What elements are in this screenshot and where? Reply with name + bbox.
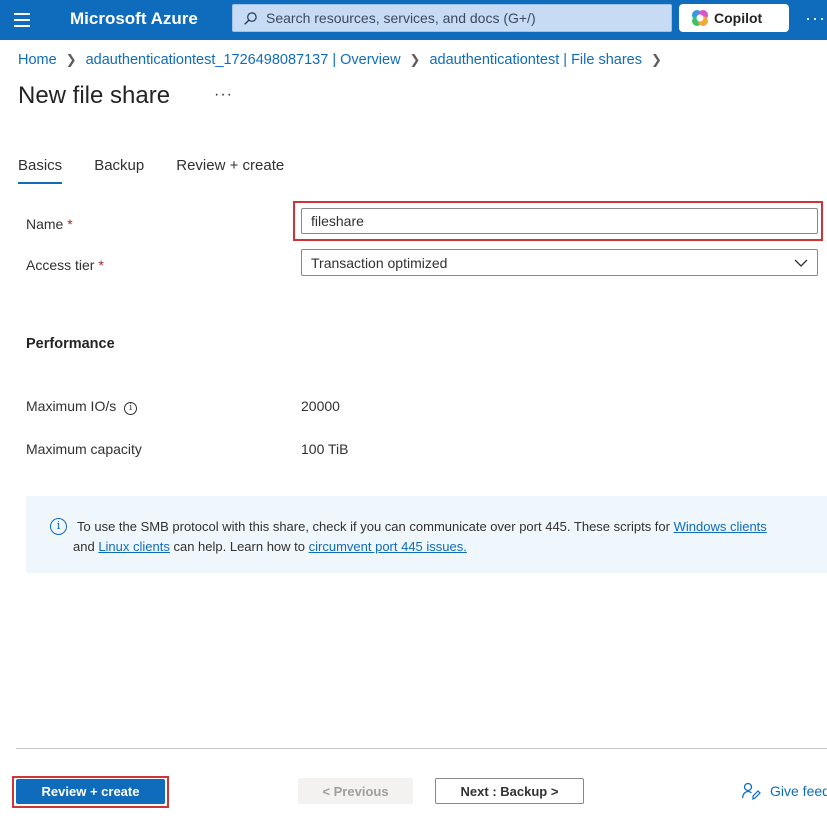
max-iops-value: 20000 xyxy=(301,398,340,414)
info-banner-text: To use the SMB protocol with this share,… xyxy=(73,519,767,554)
circumvent-port-link[interactable]: circumvent port 445 issues. xyxy=(309,539,467,554)
max-iops-label: Maximum IO/s i xyxy=(26,398,138,415)
previous-button[interactable]: < Previous xyxy=(298,778,413,804)
breadcrumb-file-shares[interactable]: adauthenticationtest | File shares xyxy=(429,52,642,68)
chevron-down-icon xyxy=(794,259,808,267)
name-input[interactable] xyxy=(301,208,818,234)
copilot-icon xyxy=(692,10,708,26)
page-title: New file share xyxy=(18,82,171,109)
search-icon xyxy=(244,11,257,25)
tab-bar: Basics Backup Review + create xyxy=(18,157,316,184)
chevron-right-icon: ❯ xyxy=(409,52,421,67)
page-more-icon[interactable]: ··· xyxy=(214,86,233,104)
info-banner: i To use the SMB protocol with this shar… xyxy=(26,496,827,573)
tab-backup[interactable]: Backup xyxy=(94,157,144,182)
tab-review-create[interactable]: Review + create xyxy=(176,157,284,182)
review-create-button[interactable]: Review + create xyxy=(16,779,165,804)
info-icon: i xyxy=(50,518,67,535)
info-icon[interactable]: i xyxy=(124,402,138,415)
top-bar: Microsoft Azure Search resources, servic… xyxy=(0,0,827,40)
search-placeholder: Search resources, services, and docs (G+… xyxy=(266,10,536,26)
windows-clients-link[interactable]: Windows clients xyxy=(674,519,767,534)
access-tier-value: Transaction optimized xyxy=(311,254,448,271)
footer-divider xyxy=(16,748,827,749)
linux-clients-link[interactable]: Linux clients xyxy=(98,539,170,554)
chevron-right-icon: ❯ xyxy=(65,52,77,67)
breadcrumb-overview[interactable]: adauthenticationtest_1726498087137 | Ove… xyxy=(86,52,401,68)
required-marker: * xyxy=(67,216,73,232)
feedback-icon xyxy=(741,782,761,800)
required-marker: * xyxy=(98,257,104,273)
menu-icon[interactable] xyxy=(0,0,44,40)
performance-heading: Performance xyxy=(26,336,115,352)
next-backup-button[interactable]: Next : Backup > xyxy=(435,778,584,804)
give-feedback-link[interactable]: Give feedback xyxy=(741,781,827,801)
breadcrumb-home[interactable]: Home xyxy=(18,52,57,68)
name-label: Name * xyxy=(26,216,73,232)
tab-basics[interactable]: Basics xyxy=(18,157,63,184)
access-tier-label: Access tier * xyxy=(26,257,104,273)
search-input[interactable]: Search resources, services, and docs (G+… xyxy=(232,4,672,32)
more-options-icon[interactable]: ··· xyxy=(805,8,826,29)
copilot-button[interactable]: Copilot xyxy=(679,4,789,32)
give-feedback-label: Give feedback xyxy=(770,783,827,799)
access-tier-select[interactable]: Transaction optimized xyxy=(301,249,818,276)
max-capacity-label: Maximum capacity xyxy=(26,441,142,457)
breadcrumb: Home ❯ adauthenticationtest_172649808713… xyxy=(18,52,671,68)
brand-title[interactable]: Microsoft Azure xyxy=(70,9,198,29)
copilot-label: Copilot xyxy=(714,10,763,26)
chevron-right-icon: ❯ xyxy=(650,52,662,67)
max-capacity-value: 100 TiB xyxy=(301,441,349,457)
